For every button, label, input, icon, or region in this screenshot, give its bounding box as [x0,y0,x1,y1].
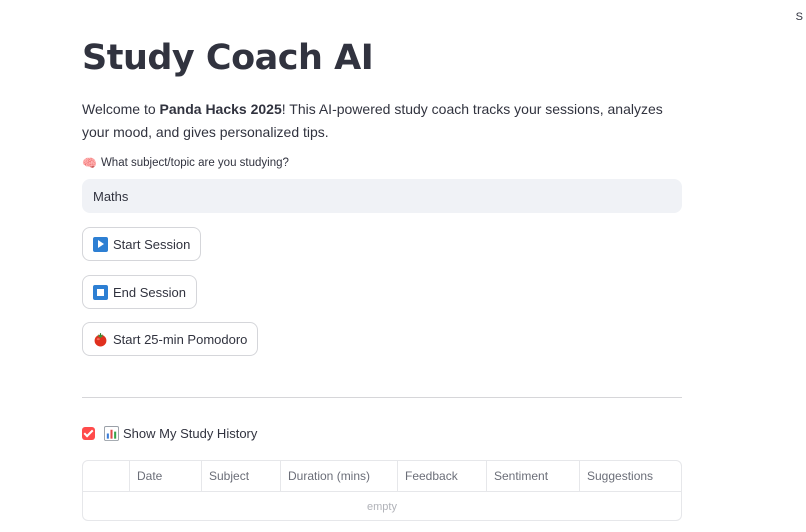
intro-prefix: Welcome to [82,101,160,117]
divider [82,397,682,398]
column-header-date[interactable]: Date [130,461,202,491]
start-pomodoro-button[interactable]: Start 25-min Pomodoro [82,322,259,356]
start-pomodoro-label: Start 25-min Pomodoro [113,331,248,347]
history-toggle[interactable]: Show My Study History [82,426,257,441]
column-header-duration[interactable]: Duration (mins) [281,461,398,491]
subject-input[interactable] [82,179,682,213]
tomato-icon [94,332,107,347]
bar-chart-icon [104,426,119,441]
end-session-label: End Session [113,284,186,300]
end-session-button[interactable]: End Session [82,275,197,309]
intro-event-name: Panda Hacks 2025 [159,101,282,117]
subject-field-label-text: What subject/topic are you studying? [100,157,289,169]
history-checkbox[interactable] [82,427,95,440]
page-title: Study Coach AI [82,38,374,78]
column-header-suggestions[interactable]: Suggestions [580,461,681,491]
column-header-feedback[interactable]: Feedback [398,461,487,491]
empty-table-message: empty [367,501,397,513]
column-header-subject[interactable]: Subject [202,461,281,491]
history-toggle-label[interactable]: Show My Study History [104,426,257,441]
history-toggle-text: Show My Study History [123,426,258,441]
column-header-sentiment[interactable]: Sentiment [487,461,580,491]
corner-text: S [795,11,803,23]
start-session-label: Start Session [113,236,191,252]
play-button-icon [93,236,108,252]
brain-icon: 🧠 [82,156,97,170]
subject-field-label: 🧠 What subject/topic are you studying? [82,157,289,169]
study-history-table: Date Subject Duration (mins) Feedback Se… [82,460,682,521]
intro-text: Welcome to Panda Hacks 2025! This AI-pow… [82,98,682,144]
column-header-index[interactable] [83,461,130,491]
table-header-row: Date Subject Duration (mins) Feedback Se… [83,461,681,492]
start-session-button[interactable]: Start Session [82,227,202,261]
stop-button-icon [93,284,108,300]
